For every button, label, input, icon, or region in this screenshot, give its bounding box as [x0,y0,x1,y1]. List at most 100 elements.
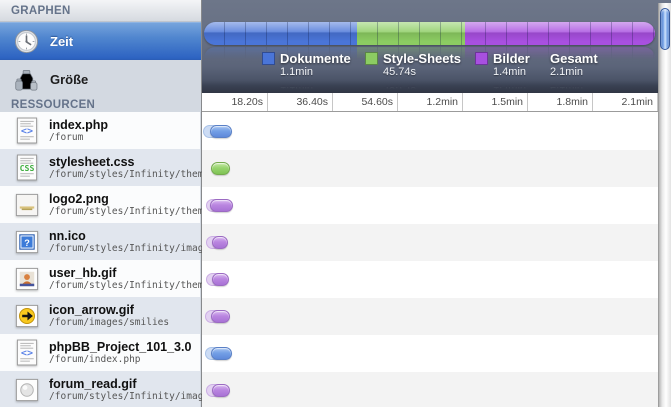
resource-name: forum_read.gif [49,377,200,391]
resource-list: <> index.php/forum CSS stylesheet.css/forum… [0,112,200,407]
resource-name: logo2.png [49,192,200,206]
summary-bar-segment [357,22,465,45]
time-ruler: 18.20s36.40s54.60s1.2min1.5min1.8min2.1m… [202,93,658,112]
svg-text:?: ? [24,237,30,247]
summary-bar [204,22,655,45]
summary-bar-segment [465,22,655,45]
resource-path: /forum/styles/Infinity/imageset [49,391,200,402]
resource-item[interactable]: CSS stylesheet.css/forum/styles/Infinity/… [0,149,200,186]
legend-value: 45.74s [383,66,461,79]
duration-pill [211,162,230,175]
duration-pill [212,384,230,397]
segment-gloss [204,22,357,45]
resource-name: nn.ico [49,229,200,243]
summary-header: Dokumente1.1minStyle-Sheets45.74sBilder1… [202,0,671,93]
resource-path: /forum/index.php [49,354,191,365]
duration-pill [211,347,232,360]
resources-section-header: RESSOURCEN [0,98,201,113]
svg-text:CSS: CSS [19,163,34,173]
legend-value: 1.1min [280,66,351,79]
resource-name: icon_arrow.gif [49,303,169,317]
legend-entry: Dokumente1.1min [262,51,351,79]
timeline-row [202,150,658,187]
resource-path: /forum/styles/Infinity/theme/i... [49,280,200,291]
legend-entry: Gesamt2.1min [550,51,603,79]
legend-entry: Bilder1.4min [475,51,530,79]
sidebar-item-label: Zeit [50,34,73,49]
legend-label: Bilder [493,51,530,66]
sphere-image-icon [13,376,40,403]
resource-path: /forum [49,132,108,143]
duration-pill [210,199,233,212]
css-document-icon: CSS [13,154,40,181]
duration-pill [212,273,229,286]
graphs-section-header: GRAPHEN [0,0,201,22]
sidebar-item-label: Größe [50,72,88,87]
timeline-pane: Dokumente1.1minStyle-Sheets45.74sBilder1… [202,0,671,407]
sidebar: GRAPHEN Zeit Größe RESSOURCEN <> index.php… [0,0,202,407]
scrollbar-thumb[interactable] [660,8,670,50]
vertical-scrollbar[interactable] [658,3,671,407]
duration-pill [211,310,230,323]
legend-swatch [365,52,378,65]
timeline-row [202,335,658,372]
duration-pill [210,125,232,138]
legend-label: Style-Sheets [383,51,461,66]
legend-entry: Style-Sheets45.74s [365,51,461,79]
ico-question-icon: ? [13,228,40,255]
sidebar-item-zeit[interactable]: Zeit [0,22,201,60]
resource-name: index.php [49,118,108,132]
legend-label: Dokumente [280,51,351,66]
resource-item[interactable]: ? nn.ico/forum/styles/Infinity/imageset [0,223,200,260]
timeline-rows [202,113,658,407]
resource-name: phpBB_Project_101_3.0 [49,340,191,354]
timeline-row [202,113,658,150]
avatar-image-icon [13,265,40,292]
resource-path: /forum/images/smilies [49,317,169,328]
duration-pill [212,236,228,249]
legend-value: 2.1min [550,66,598,79]
resource-timeline-window: GRAPHEN Zeit Größe RESSOURCEN <> index.php… [0,0,671,407]
resource-name: user_hb.gif [49,266,200,280]
php-document-icon: <> [13,117,40,144]
ruler-tick-label: 36.40s [268,93,333,111]
clock-icon [13,28,39,54]
image-file-icon [13,191,40,218]
svg-text:<>: <> [20,348,32,359]
smiley-arrow-icon [13,302,40,329]
graph-list: Zeit Größe [0,22,201,98]
timeline-row [202,187,658,224]
summary-bar-segment [204,22,357,45]
weights-icon [13,66,39,92]
ruler-tick-label: 18.20s [203,93,268,111]
segment-gloss [357,22,465,45]
resource-item[interactable]: <> index.php/forum [0,112,200,149]
php-document-icon: <> [13,339,40,366]
legend-swatch [262,52,275,65]
legend-value: 1.4min [493,66,530,79]
resource-name: stylesheet.css [49,155,200,169]
resource-item[interactable]: icon_arrow.gif/forum/images/smilies [0,297,200,334]
resource-item[interactable]: <> phpBB_Project_101_3.0/forum/index.php [0,334,200,371]
ruler-tick-label: 1.5min [463,93,528,111]
segment-gloss [465,22,655,45]
resource-path: /forum/styles/Infinity/imageset [49,243,200,254]
legend-label: Gesamt [550,51,598,66]
resource-item[interactable]: forum_read.gif/forum/styles/Infinity/ima… [0,371,200,407]
resource-item[interactable]: user_hb.gif/forum/styles/Infinity/theme/… [0,260,200,297]
legend-swatch [475,52,488,65]
ruler-tick-label: 54.60s [333,93,398,111]
ruler-tick-label: 1.8min [528,93,593,111]
sidebar-item-groesse[interactable]: Größe [0,60,201,98]
timeline-row [202,224,658,261]
timeline-row [202,372,658,407]
ruler-tick-label: 2.1min [593,93,658,111]
resource-path: /forum/styles/Infinity/theme [49,169,200,180]
summary-legend: Dokumente1.1minStyle-Sheets45.74sBilder1… [202,51,658,81]
svg-text:<>: <> [20,126,32,137]
ruler-tick-label: 1.2min [398,93,463,111]
timeline-row [202,298,658,335]
resource-path: /forum/styles/Infinity/theme/i... [49,206,200,217]
timeline-row [202,261,658,298]
resource-item[interactable]: logo2.png/forum/styles/Infinity/theme/i.… [0,186,200,223]
